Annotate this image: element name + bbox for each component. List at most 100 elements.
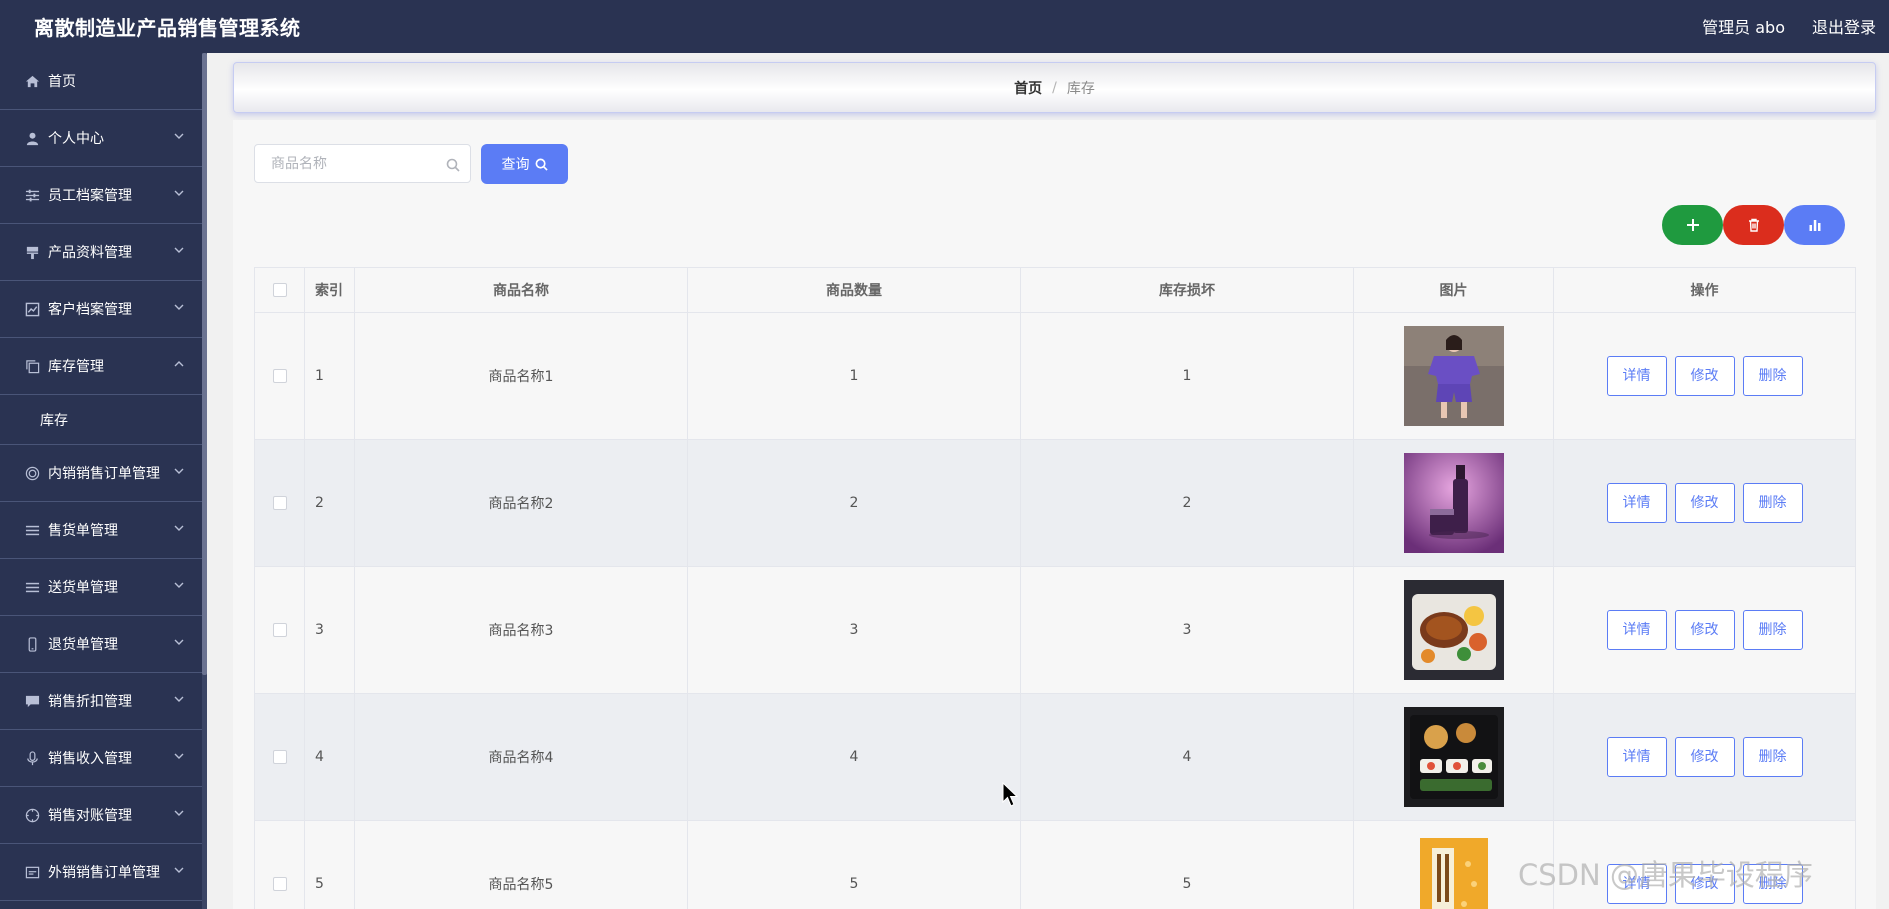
sidebar-item-delivery-slip[interactable]: 送货单管理 [0, 559, 207, 616]
delete-button[interactable]: 删除 [1742, 864, 1803, 904]
select-all-cell [254, 267, 305, 313]
query-button[interactable]: 查询 [481, 144, 568, 184]
sidebar-scrollbar[interactable] [202, 53, 207, 909]
sidebar-item-customer-records[interactable]: 客户档案管理 [0, 281, 207, 338]
detail-button[interactable]: 详情 [1606, 356, 1667, 396]
delete-button[interactable]: 删除 [1742, 737, 1803, 777]
cell-name: 商品名称3 [354, 566, 688, 694]
table-header-row: 索引 商品名称 商品数量 库存损坏 图片 操作 [254, 267, 1856, 313]
circle-icon [24, 465, 40, 481]
product-image-bento-meal[interactable] [1403, 580, 1504, 680]
edit-button[interactable]: 修改 [1674, 356, 1735, 396]
chevron-down-icon [173, 244, 185, 256]
compass-icon [24, 807, 40, 823]
chevron-down-icon [173, 187, 185, 199]
cell-actions: 详情 修改 删除 [1553, 312, 1856, 440]
sidebar-item-sales-income[interactable]: 销售收入管理 [0, 730, 207, 787]
chevron-down-icon [173, 301, 185, 313]
cell-image [1353, 566, 1554, 694]
product-image-sushi-box[interactable] [1403, 707, 1504, 807]
chevron-down-icon [173, 579, 185, 591]
cell-image [1353, 439, 1554, 567]
sidebar-item-home[interactable]: 首页 [0, 53, 207, 110]
chevron-down-icon [173, 807, 185, 819]
search-field[interactable] [254, 144, 471, 183]
sidebar-item-sales-reconciliation[interactable]: 销售对账管理 [0, 787, 207, 844]
column-header-image: 图片 [1353, 267, 1554, 313]
sidebar-item-personal-center[interactable]: 个人中心 [0, 110, 207, 167]
edit-button[interactable]: 修改 [1674, 610, 1735, 650]
home-icon [24, 73, 40, 89]
cell-actions: 详情 修改 删除 [1553, 693, 1856, 821]
row-checkbox[interactable] [272, 369, 287, 383]
edit-button[interactable]: 修改 [1674, 737, 1735, 777]
chevron-down-icon [173, 522, 185, 534]
sidebar-item-sales-discount[interactable]: 销售折扣管理 [0, 673, 207, 730]
delete-button[interactable]: 删除 [1742, 356, 1803, 396]
cell-image [1353, 693, 1554, 821]
cell-damaged: 3 [1020, 566, 1354, 694]
breadcrumb-separator: / [1052, 79, 1057, 96]
column-header-actions: 操作 [1553, 267, 1856, 313]
sidebar-item-export-sales-orders[interactable]: 外销销售订单管理 [0, 844, 207, 901]
logout-link[interactable]: 退出登录 [1812, 14, 1876, 38]
detail-button[interactable]: 详情 [1606, 483, 1667, 523]
cell-name: 商品名称5 [354, 820, 688, 909]
table-row: 2 商品名称2 2 2 详情 修改 删除 [254, 439, 1856, 567]
batch-delete-button[interactable] [1723, 205, 1784, 245]
sidebar-item-return-slip[interactable]: 退货单管理 [0, 616, 207, 673]
delete-button[interactable]: 删除 [1742, 483, 1803, 523]
user-icon [24, 130, 40, 146]
add-button[interactable] [1662, 205, 1723, 245]
breadcrumb: 首页 / 库存 [233, 62, 1876, 113]
delete-button[interactable]: 删除 [1742, 610, 1803, 650]
sidebar-item-product-info[interactable]: 产品资料管理 [0, 224, 207, 281]
top-header: 离散制造业产品销售管理系统 管理员 abo 退出登录 [0, 0, 1889, 53]
sidebar-item-label: 销售对账管理 [48, 808, 132, 824]
cell-index: 1 [304, 312, 355, 440]
product-image-purple-cosmetics[interactable] [1403, 453, 1504, 553]
search-input[interactable] [255, 145, 430, 182]
sliders-icon [24, 187, 40, 203]
sidebar-scroll-thumb[interactable] [202, 53, 207, 675]
cell-actions: 详情 修改 删除 [1553, 820, 1856, 909]
detail-button[interactable]: 详情 [1606, 864, 1667, 904]
row-select-cell [254, 693, 305, 821]
edit-button[interactable]: 修改 [1674, 483, 1735, 523]
row-checkbox[interactable] [272, 623, 287, 637]
product-image-purple-outfit[interactable] [1403, 326, 1504, 426]
detail-button[interactable]: 详情 [1606, 737, 1667, 777]
app-title: 离散制造业产品销售管理系统 [34, 16, 301, 40]
row-select-cell [254, 439, 305, 567]
detail-button[interactable]: 详情 [1606, 610, 1667, 650]
sidebar-item-label: 销售折扣管理 [48, 694, 132, 710]
select-all-checkbox[interactable] [272, 283, 287, 297]
edit-button[interactable]: 修改 [1674, 864, 1735, 904]
product-image-yellow-book[interactable] [1403, 834, 1504, 909]
cell-image [1353, 820, 1554, 909]
row-checkbox[interactable] [272, 496, 287, 510]
chevron-down-icon [173, 864, 185, 876]
sidebar-item-label: 首页 [48, 74, 76, 90]
sidebar-item-label: 客户档案管理 [48, 302, 132, 318]
list-icon [24, 522, 40, 538]
copy-icon [24, 358, 40, 374]
cell-damaged: 1 [1020, 312, 1354, 440]
sidebar-item-employee-records[interactable]: 员工档案管理 [0, 167, 207, 224]
sidebar-item-sales-slip[interactable]: 售货单管理 [0, 502, 207, 559]
statistics-button[interactable] [1784, 205, 1845, 245]
row-checkbox[interactable] [272, 750, 287, 764]
row-checkbox[interactable] [272, 877, 287, 891]
sidebar-subitem-inventory[interactable]: 库存 [0, 395, 207, 445]
sidebar-item-label: 送货单管理 [48, 580, 118, 596]
chevron-down-icon [173, 693, 185, 705]
breadcrumb-home[interactable]: 首页 [1014, 78, 1042, 98]
cell-index: 2 [304, 439, 355, 567]
cell-damaged: 2 [1020, 439, 1354, 567]
cell-quantity: 3 [687, 566, 1021, 694]
chevron-up-icon [173, 358, 185, 370]
cell-name: 商品名称4 [354, 693, 688, 821]
sidebar-item-inventory-management[interactable]: 库存管理 [0, 338, 207, 395]
sidebar-item-domestic-sales-orders[interactable]: 内销销售订单管理 [0, 445, 207, 502]
cell-quantity: 4 [687, 693, 1021, 821]
